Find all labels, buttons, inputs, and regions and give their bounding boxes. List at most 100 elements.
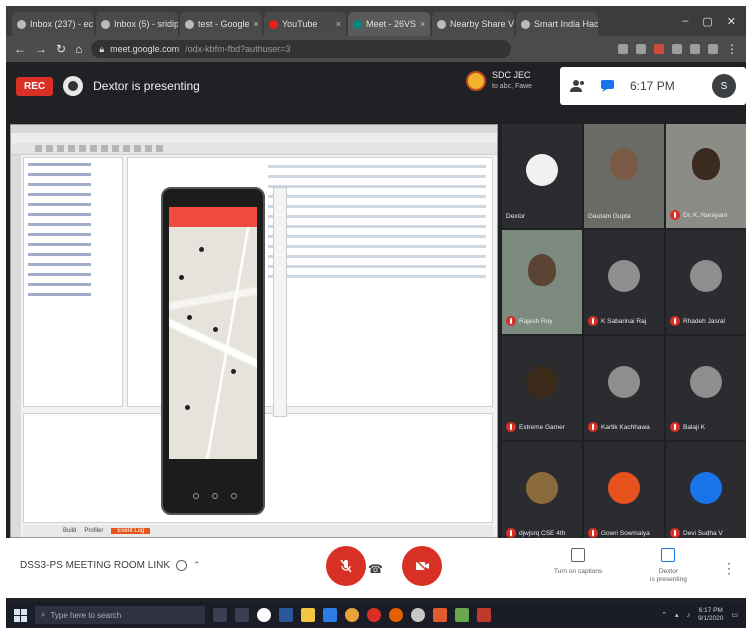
participant-tile[interactable]: Devi Sudha V — [666, 442, 746, 546]
app-icon[interactable] — [411, 608, 425, 622]
app-icon[interactable] — [455, 608, 469, 622]
avatar — [526, 366, 558, 398]
meet-window: Inbox (237) - ec× Inbox (5) - sridip× te… — [6, 6, 746, 628]
emulator-controls — [273, 187, 287, 417]
back-icon[interactable]: ← — [14, 42, 26, 56]
network-icon[interactable]: ▴ — [675, 611, 679, 619]
avatar — [690, 472, 722, 504]
mic-off-icon — [588, 316, 598, 326]
extension-icon[interactable] — [690, 44, 700, 54]
browser-tab[interactable]: Smart India Hack× — [516, 12, 598, 36]
mic-off-icon — [506, 422, 516, 432]
chevron-up-icon[interactable]: ⌃ — [193, 560, 201, 571]
browser-tab-strip: Inbox (237) - ec× Inbox (5) - sridip× te… — [6, 6, 746, 36]
avatar — [526, 472, 558, 504]
task-view-icon[interactable] — [235, 608, 249, 622]
extensions: ⋮ — [618, 42, 738, 56]
host-subtitle: to abc, Fawe — [492, 83, 533, 90]
chrome-icon[interactable] — [345, 608, 359, 622]
host-info: SDC JEC to abc, Fawe — [466, 70, 532, 92]
word-icon[interactable] — [279, 608, 293, 622]
hang-up-icon[interactable]: ☎︎ — [368, 562, 383, 576]
participant-tile[interactable]: Gautam Gupta — [584, 124, 664, 228]
system-tray: ⌃ ▴ ♪ 6:17 PM 9/1/2020 ▭ — [661, 607, 738, 623]
app-icon[interactable] — [477, 608, 491, 622]
store-icon[interactable] — [323, 608, 337, 622]
chat-icon[interactable] — [600, 79, 616, 93]
star-icon[interactable] — [636, 44, 646, 54]
participant-name: Dr. K. Narayani — [683, 211, 728, 219]
camera-toggle-button[interactable] — [402, 546, 442, 586]
profile-icon[interactable] — [708, 44, 718, 54]
windows-start-icon[interactable] — [14, 608, 27, 622]
info-icon[interactable] — [176, 560, 188, 571]
meeting-details[interactable]: DSS3-PS MEETING ROOM LINK ⌃ — [20, 560, 201, 571]
youtube-icon — [269, 19, 278, 29]
participant-tile[interactable]: Rajesh Roy — [502, 230, 582, 334]
clock[interactable]: 6:17 PM 9/1/2020 — [698, 607, 723, 623]
participant-name: Rhadeh Jasral — [683, 317, 725, 325]
project-tree — [23, 157, 123, 407]
participant-tile[interactable]: Balaji K — [666, 336, 746, 440]
browser-tab[interactable]: YouTube × — [264, 12, 346, 36]
participant-tile[interactable]: Rhadeh Jasral — [666, 230, 746, 334]
browser-tab[interactable]: Inbox (5) - sridip× — [96, 12, 178, 36]
mic-off-icon — [670, 422, 680, 432]
volume-icon[interactable]: ♪ — [687, 612, 691, 619]
meeting-time: 6:17 PM — [630, 79, 675, 93]
extension-icon[interactable] — [672, 44, 682, 54]
minimize-icon[interactable]: – — [682, 15, 688, 28]
forward-icon[interactable]: → — [35, 42, 47, 56]
browser-tab[interactable]: test - Google × — [180, 12, 262, 36]
home-icon[interactable]: ⌂ — [75, 42, 82, 56]
taskbar-search[interactable]: ⌕ Type here to search — [35, 606, 205, 624]
browser-tab[interactable]: Inbox (237) - ec× — [12, 12, 94, 36]
file-explorer-icon[interactable] — [301, 608, 315, 622]
cortana-icon[interactable] — [213, 608, 227, 622]
browser-tab[interactable]: Nearby Share Vi× — [432, 12, 514, 36]
firefox-icon[interactable] — [389, 608, 403, 622]
close-window-icon[interactable]: ✕ — [727, 15, 736, 28]
ide-left-rail — [11, 155, 21, 537]
mic-off-icon — [670, 316, 680, 326]
emulator-screen — [169, 207, 257, 459]
participant-tile[interactable]: Extreme Gamer — [502, 336, 582, 440]
participant-tile[interactable]: djwjsrq CSE 4th — [502, 442, 582, 546]
android-studio-icon[interactable] — [433, 608, 447, 622]
ide-toolbar — [11, 143, 497, 155]
close-tab-icon[interactable]: × — [336, 19, 341, 29]
close-tab-icon[interactable]: × — [254, 19, 259, 29]
presenting-button[interactable]: Dextor is presenting — [650, 548, 687, 584]
browser-tab-active[interactable]: Meet - 26VS × — [348, 12, 430, 36]
url-field[interactable]: 🔒︎ meet.google.com/odx-kbfm-fbd?authuser… — [91, 40, 512, 58]
participant-tile[interactable]: Gowri Sowmalya — [584, 442, 664, 546]
hp-icon[interactable] — [257, 608, 271, 622]
avatar — [608, 366, 640, 398]
participant-name: Kartik Kachhawa — [601, 423, 650, 431]
participant-tile[interactable]: Kartik Kachhawa — [584, 336, 664, 440]
window-controls: – ▢ ✕ — [682, 15, 746, 28]
map-pin-icon — [187, 315, 192, 320]
participant-name: Extreme Gamer — [519, 423, 565, 431]
participant-tile[interactable]: Dextor — [502, 124, 582, 228]
notification-icon[interactable]: ▭ — [731, 611, 738, 619]
participant-video — [610, 148, 638, 180]
mic-toggle-button[interactable] — [326, 546, 366, 586]
participant-name: Gautam Gupta — [588, 213, 631, 220]
map-pin-icon — [179, 275, 184, 280]
more-options-icon[interactable]: ⋮ — [722, 560, 736, 577]
extension-icon[interactable] — [654, 44, 664, 54]
presenting-text: Dextor is presenting — [93, 79, 200, 93]
captions-button[interactable]: Turn on captions — [554, 548, 602, 576]
people-icon[interactable] — [570, 79, 586, 93]
opera-icon[interactable] — [367, 608, 381, 622]
maximize-icon[interactable]: ▢ — [702, 15, 712, 28]
avatar[interactable]: S — [712, 74, 736, 98]
camera-icon[interactable] — [618, 44, 628, 54]
chevron-up-icon[interactable]: ⌃ — [661, 611, 667, 619]
participant-tile[interactable]: K Sabarinai Raj — [584, 230, 664, 334]
participant-tile[interactable]: Dr. K. Narayani — [666, 124, 746, 228]
reload-icon[interactable]: ↻ — [56, 42, 66, 56]
menu-icon[interactable]: ⋮ — [726, 42, 738, 56]
close-tab-icon[interactable]: × — [420, 19, 425, 29]
